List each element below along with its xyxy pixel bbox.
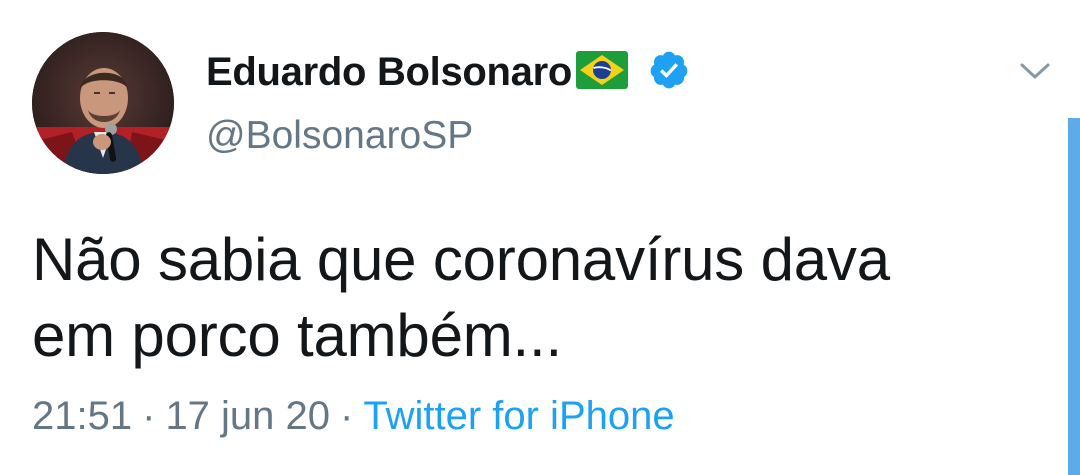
tweet-metadata: 21:51 · 17 jun 20 · Twitter for iPhone bbox=[32, 396, 675, 436]
display-name[interactable]: Eduardo Bolsonaro bbox=[206, 52, 572, 92]
tweet-card[interactable]: Eduardo Bolsonaro @BolsonaroSP Não sabia… bbox=[0, 0, 1080, 475]
chevron-down-icon[interactable] bbox=[1016, 56, 1054, 86]
brazil-flag-icon bbox=[576, 50, 629, 94]
tweet-date[interactable]: 17 jun 20 bbox=[165, 394, 330, 438]
tweet-time[interactable]: 21:51 bbox=[32, 394, 132, 438]
scrollbar[interactable] bbox=[1068, 118, 1080, 475]
avatar[interactable] bbox=[32, 32, 174, 174]
tweet-text-line: em porco também... bbox=[32, 302, 562, 369]
author-handle[interactable]: @BolsonaroSP bbox=[206, 116, 473, 155]
tweet-text: Não sabia que coronavírus dava em porco … bbox=[32, 222, 1012, 374]
tweet-source-link[interactable]: Twitter for iPhone bbox=[363, 394, 674, 438]
verified-badge-icon bbox=[648, 49, 690, 96]
tweet-text-line: Não sabia que coronavírus dava bbox=[32, 226, 890, 293]
author-row[interactable]: Eduardo Bolsonaro bbox=[206, 44, 690, 100]
separator-dot: · bbox=[340, 394, 354, 438]
separator-dot: · bbox=[142, 394, 156, 438]
